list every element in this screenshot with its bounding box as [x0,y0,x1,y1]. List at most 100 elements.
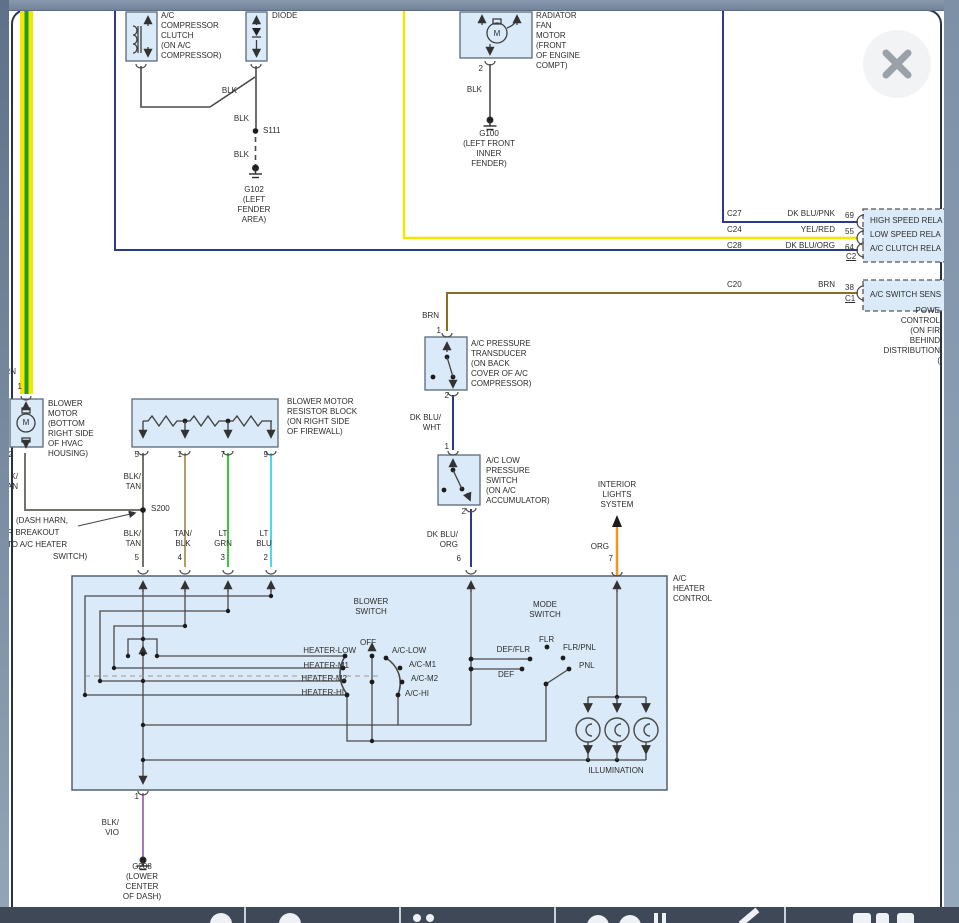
label-low-speed-relay: LOW SPEED RELA [870,230,941,239]
label-c27-pin: 69 [845,211,854,220]
close-button[interactable] [863,30,931,98]
label-g208: G208 (LOWER CENTER OF DASH) [122,862,162,901]
label-transducer: A/C PRESSURE TRANSDUCER (ON BACK COVER O… [471,339,532,388]
label-diode: DIODE [272,11,298,20]
label-dash-note-4: SWITCH) [53,552,88,561]
pause-icon[interactable] [654,913,658,923]
label-fan-pin2: 2 [478,64,483,73]
label-ac-m1: A/C-M1 [409,660,437,669]
toolbar-divider [244,907,246,923]
label-brn: BRN [422,311,439,320]
label-c20: C20 [727,280,742,289]
label-blk-vio: BLK/ VIO [101,818,119,837]
label-org: ORG [590,542,609,551]
label-c24: C24 [727,225,742,234]
window-right-edge [944,0,959,923]
label-resistor-pin7: 7 [220,450,225,459]
label-ac-low: A/C-LOW [392,646,427,655]
label-s200: S200 [151,504,170,513]
label-mode-switch: MODE SWITCH [529,600,561,619]
label-fan-blk: BLK [466,85,482,94]
window-left-edge [0,0,9,923]
print-icon[interactable] [853,913,871,923]
label-dk-blu-wht: DK BLU/ WHT [409,413,441,432]
window-icon[interactable] [897,913,914,923]
label-blk-2: BLK [233,114,249,123]
label-flr-pnl: FLR/PNL [563,643,596,652]
label-blower-m: M [22,418,30,427]
label-resistor-pin5: 5 [134,450,139,459]
label-c28-color: DK BLU/ORG [785,241,835,250]
label-c20-pin: 38 [845,283,854,292]
label-heater-hi: HEATER-HI [301,688,344,697]
label-ac-m2: A/C-M2 [411,674,439,683]
label-dash-note-1: (DASH HARN, [16,516,69,525]
label-fan-m: M [493,29,501,38]
label-dash-note-2: AR BREAKOUT [2,528,60,537]
label-tan-blk: TAN/ BLK [174,529,192,548]
label-lowsw-pin2: 2 [461,507,466,516]
label-ac-clutch-relay: A/C CLUTCH RELA [870,244,942,253]
grip-dots-icon[interactable] [426,914,434,922]
doc-icon[interactable] [876,913,889,923]
zoom-in-icon[interactable] [619,915,641,923]
label-c24-color: YEL/RED [800,225,835,234]
bottom-toolbar[interactable] [0,907,959,923]
grip-dots-icon[interactable] [413,914,421,922]
label-transducer-pin1: 1 [436,326,441,335]
label-illumination: ILLUMINATION [588,766,644,775]
label-resistor-pin9: 9 [263,450,268,459]
pause-icon[interactable] [662,913,666,923]
label-heater-m2: HEATER-M2 [301,674,347,683]
close-icon [882,49,912,79]
wiring-diagram-viewer: A/C COMPRESSOR CLUTCH (ON A/C COMPRESSOR… [0,0,959,923]
label-dash-note-3: TO A/C HEATER [7,540,68,549]
label-blower-motor: BLOWER MOTOR (BOTTOM RIGHT SIDE OF HVAC … [48,399,94,458]
label-high-speed-relay: HIGH SPEED RELA [870,216,943,225]
label-radiator-fan: RADIATOR FAN MOTOR (FRONT OF ENGINE COMP… [536,11,581,70]
label-blk-1: BLK [221,86,237,95]
label-blk-tan-b: BLK/ TAN [123,529,141,548]
blower-resistor-block-symbol [131,398,279,448]
label-c28: C28 [727,241,742,250]
label-box-pin4: 4 [177,553,182,562]
zoom-out-icon[interactable] [587,915,609,923]
label-bottom-pin1: 1 [134,792,139,801]
label-pnl: PNL [579,661,595,670]
label-heater-m1: HEATER-M1 [303,661,349,670]
label-box-pin3: 3 [220,553,225,562]
help-icon[interactable] [210,913,232,923]
toolbar-divider [554,907,556,923]
label-blower-switch: BLOWER SWITCH [353,597,389,616]
label-pcm: POWE CONTROL (ON FIR BEHIND DISTRIBUTION… [883,306,940,365]
label-blower-pin2: 2 [8,450,13,459]
label-blower-pin1: 1 [17,382,22,391]
label-dk-blu-org: DK BLU/ ORG [426,530,458,549]
label-pin6: 6 [456,554,461,563]
info-icon[interactable] [279,913,301,923]
label-blk-3: BLK [233,150,249,159]
window-top-edge [0,0,959,11]
draw-icon[interactable] [738,907,760,923]
label-c24-pin: 55 [845,227,854,236]
label-ac-clutch: A/C COMPRESSOR CLUTCH (ON A/C COMPRESSOR… [161,11,222,60]
label-def: DEF [498,670,514,679]
label-lowsw-pin1: 1 [444,442,449,451]
toolbar-divider [784,907,786,923]
label-transducer-pin2: 2 [444,391,449,400]
label-ac-heater-control: A/C HEATER CONTROL [673,574,713,603]
label-c20-color: BRN [818,280,835,289]
label-c27: C27 [727,209,742,218]
toolbar-divider [399,907,401,923]
label-lt-blu: LT BLU [256,529,272,548]
label-g100: G100 (LEFT FRONT INNER FENDER) [463,129,515,168]
label-resistor-pin1: 1 [177,450,182,459]
label-c27-color: DK BLU/PNK [787,209,835,218]
label-s111: S111 [263,126,281,135]
label-interior-lights: INTERIOR LIGHTS SYSTEM [597,480,637,509]
label-ac-switch-sense: A/C SWITCH SENS [870,290,942,299]
label-blk-tan-a: BLK/ TAN [123,472,141,491]
label-g102: G102 (LEFT FENDER AREA) [237,185,271,224]
label-pin7: 7 [608,554,613,563]
label-box-pin5: 5 [134,553,139,562]
